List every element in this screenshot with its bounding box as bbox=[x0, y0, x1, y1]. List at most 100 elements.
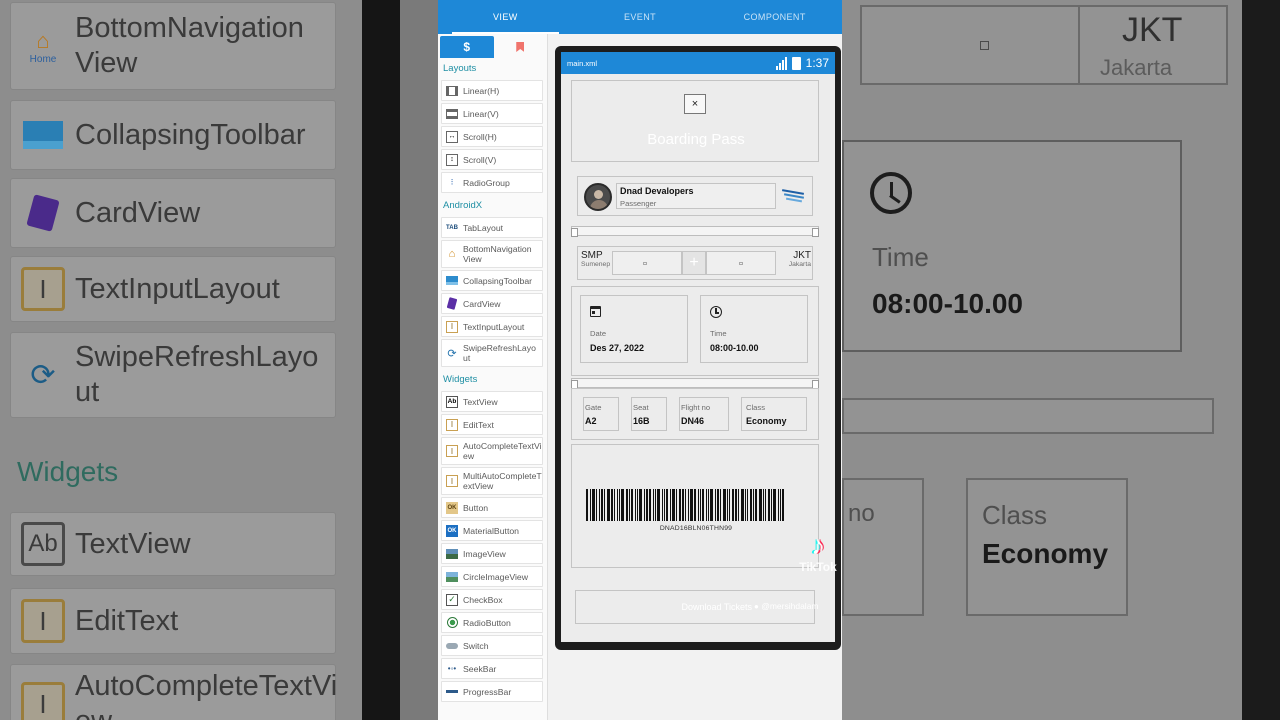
time-card[interactable]: Time 08:00-10.00 bbox=[700, 295, 808, 363]
barcode-bar bbox=[664, 489, 665, 521]
palette-item-linear-h[interactable]: Linear(H) bbox=[441, 80, 543, 101]
device-screen: main.xml 1:37 × Boarding Pass Dnad Deval… bbox=[561, 52, 835, 642]
bg-divider-bar bbox=[842, 398, 1214, 434]
barcode-bar bbox=[745, 489, 746, 521]
destination[interactable]: JKT Jakarta bbox=[787, 250, 811, 268]
barcode-bar bbox=[682, 489, 684, 521]
close-icon[interactable]: × bbox=[684, 94, 706, 114]
device-preview: main.xml 1:37 × Boarding Pass Dnad Deval… bbox=[555, 46, 841, 650]
material-button-icon: OK bbox=[446, 524, 458, 537]
barcode-bar bbox=[590, 489, 591, 521]
toolbar-icon bbox=[21, 113, 65, 157]
barcode-bar bbox=[607, 489, 610, 521]
progress-icon bbox=[446, 686, 458, 698]
tab-view[interactable]: VIEW bbox=[438, 0, 573, 34]
palette-item-cardview[interactable]: CardView bbox=[441, 293, 543, 314]
divider-row-2[interactable] bbox=[571, 378, 819, 389]
palette-item-radiobutton[interactable]: RadioButton bbox=[441, 612, 543, 633]
palette-item-multiautocomplete[interactable]: I MultiAutoCompleteT extView bbox=[441, 467, 543, 495]
barcode-bar bbox=[782, 489, 784, 521]
passenger-info[interactable]: Dnad Devalopers Passenger bbox=[616, 183, 776, 209]
dollar-icon[interactable]: $ bbox=[440, 36, 494, 58]
palette-item-bottom-navigation[interactable]: ⌂ BottomNavigation View bbox=[441, 240, 543, 268]
flight-no-box[interactable]: Flight no DN46 bbox=[679, 397, 729, 431]
home-icon: ⌂ Home bbox=[29, 27, 57, 65]
barcode-bar bbox=[706, 489, 707, 521]
barcode-bar bbox=[662, 489, 663, 521]
barcode-bar bbox=[741, 489, 744, 521]
palette-item-progressbar[interactable]: ProgressBar bbox=[441, 681, 543, 702]
passenger-row[interactable]: Dnad Devalopers Passenger bbox=[577, 176, 813, 216]
barcode-bar bbox=[763, 489, 764, 521]
header-container[interactable]: × Boarding Pass bbox=[571, 80, 819, 162]
route-line-right[interactable] bbox=[706, 251, 776, 275]
gate-box[interactable]: Gate A2 bbox=[583, 397, 619, 431]
barcode-bar bbox=[732, 489, 734, 521]
palette-tabs: $ bbox=[438, 34, 547, 58]
palette-item-circleimageview[interactable]: CircleImageView bbox=[441, 566, 543, 587]
date-card[interactable]: Date Des 27, 2022 bbox=[580, 295, 688, 363]
barcode-bar bbox=[637, 489, 638, 521]
palette-item-scroll-v[interactable]: ↕ Scroll(V) bbox=[441, 149, 543, 170]
tab-event[interactable]: EVENT bbox=[573, 0, 708, 34]
barcode-text: DNAD16BLN06THN99 bbox=[659, 525, 733, 532]
date-value: Des 27, 2022 bbox=[590, 343, 645, 353]
palette-item-linear-v[interactable]: Linear(V) bbox=[441, 103, 543, 124]
barcode-bar bbox=[747, 489, 748, 521]
palette-item-textinputlayout[interactable]: I TextInputLayout bbox=[441, 316, 543, 337]
autocomplete-icon: I bbox=[446, 445, 458, 457]
barcode-bar bbox=[619, 489, 620, 521]
bg-item-textinputlayout: I TextInputLayout bbox=[10, 256, 336, 322]
date-time-container[interactable]: Date Des 27, 2022 Time 08:00-10.00 bbox=[571, 286, 819, 376]
download-tickets-button[interactable]: Download Tickets ● @mersihdalam bbox=[575, 590, 819, 624]
route-line-left[interactable] bbox=[612, 251, 682, 275]
text-input-icon: I bbox=[446, 320, 458, 333]
destination-code: JKT bbox=[793, 250, 811, 261]
palette-item-textview[interactable]: Ab TextView bbox=[441, 391, 543, 412]
barcode-bar bbox=[679, 489, 681, 521]
barcode-bar bbox=[626, 489, 628, 521]
barcode-container[interactable]: DNAD16BLN06THN99 bbox=[571, 444, 819, 568]
palette-item-swiperefresh[interactable]: ⟳ SwipeRefreshLayo ut bbox=[441, 339, 543, 367]
class-label: Class bbox=[746, 403, 765, 412]
divider-row-1[interactable] bbox=[571, 226, 819, 237]
palette-item-edittext[interactable]: I EditText bbox=[441, 414, 543, 435]
palette-item-checkbox[interactable]: ✓ CheckBox bbox=[441, 589, 543, 610]
palette-item-imageview[interactable]: ImageView bbox=[441, 543, 543, 564]
flight-no-value: DN46 bbox=[681, 416, 705, 426]
clock-icon bbox=[710, 306, 722, 318]
card-icon bbox=[446, 297, 458, 310]
watermark-handle: ● @mersihdalam bbox=[754, 601, 819, 611]
palette-item-button[interactable]: OK Button bbox=[441, 497, 543, 518]
palette-item-collapsing-toolbar[interactable]: CollapsingToolbar bbox=[441, 270, 543, 291]
barcode-bar bbox=[586, 489, 588, 521]
origin[interactable]: SMP Sumenep bbox=[581, 250, 610, 268]
avatar[interactable] bbox=[584, 183, 612, 211]
bg-route-box bbox=[860, 5, 1082, 85]
plane-icon[interactable]: + bbox=[682, 251, 706, 275]
flight-details-row[interactable]: Gate A2 Seat 16B Flight no DN46 Class Ec… bbox=[571, 388, 819, 440]
route-row[interactable]: SMP Sumenep + JKT Jakarta bbox=[577, 246, 813, 280]
seat-box[interactable]: Seat 16B bbox=[631, 397, 667, 431]
palette-item-switch[interactable]: Switch bbox=[441, 635, 543, 656]
tab-component[interactable]: COMPONENT bbox=[707, 0, 842, 34]
palette-item-scroll-h[interactable]: ↔ Scroll(H) bbox=[441, 126, 543, 147]
palette-item-tablayout[interactable]: TAB TabLayout bbox=[441, 217, 543, 238]
palette-item-autocomplete[interactable]: I AutoCompleteTextVi ew bbox=[441, 437, 543, 465]
palette-item-radiogroup[interactable]: ⁝ RadioGroup bbox=[441, 172, 543, 193]
palette-item-materialbutton[interactable]: OK MaterialButton bbox=[441, 520, 543, 541]
radiogroup-icon: ⁝ bbox=[450, 177, 454, 187]
bookmark-icon[interactable] bbox=[494, 36, 548, 58]
layout-canvas[interactable]: × Boarding Pass Dnad Devalopers Passenge… bbox=[569, 80, 827, 640]
barcode-bar bbox=[621, 489, 624, 521]
bg-item-autocomplete: I AutoCompleteTextVi ew bbox=[10, 664, 337, 720]
palette-item-seekbar[interactable]: •◦• SeekBar bbox=[441, 658, 543, 679]
barcode-bar bbox=[690, 489, 693, 521]
toolbar-icon bbox=[446, 275, 458, 287]
gate-value: A2 bbox=[585, 416, 597, 426]
text-input-icon: I bbox=[21, 267, 65, 311]
bg-item-edittext: I EditText bbox=[10, 588, 336, 654]
barcode[interactable]: DNAD16BLN06THN99 bbox=[572, 489, 820, 537]
barcode-bar bbox=[599, 489, 600, 521]
class-box[interactable]: Class Economy bbox=[741, 397, 807, 431]
